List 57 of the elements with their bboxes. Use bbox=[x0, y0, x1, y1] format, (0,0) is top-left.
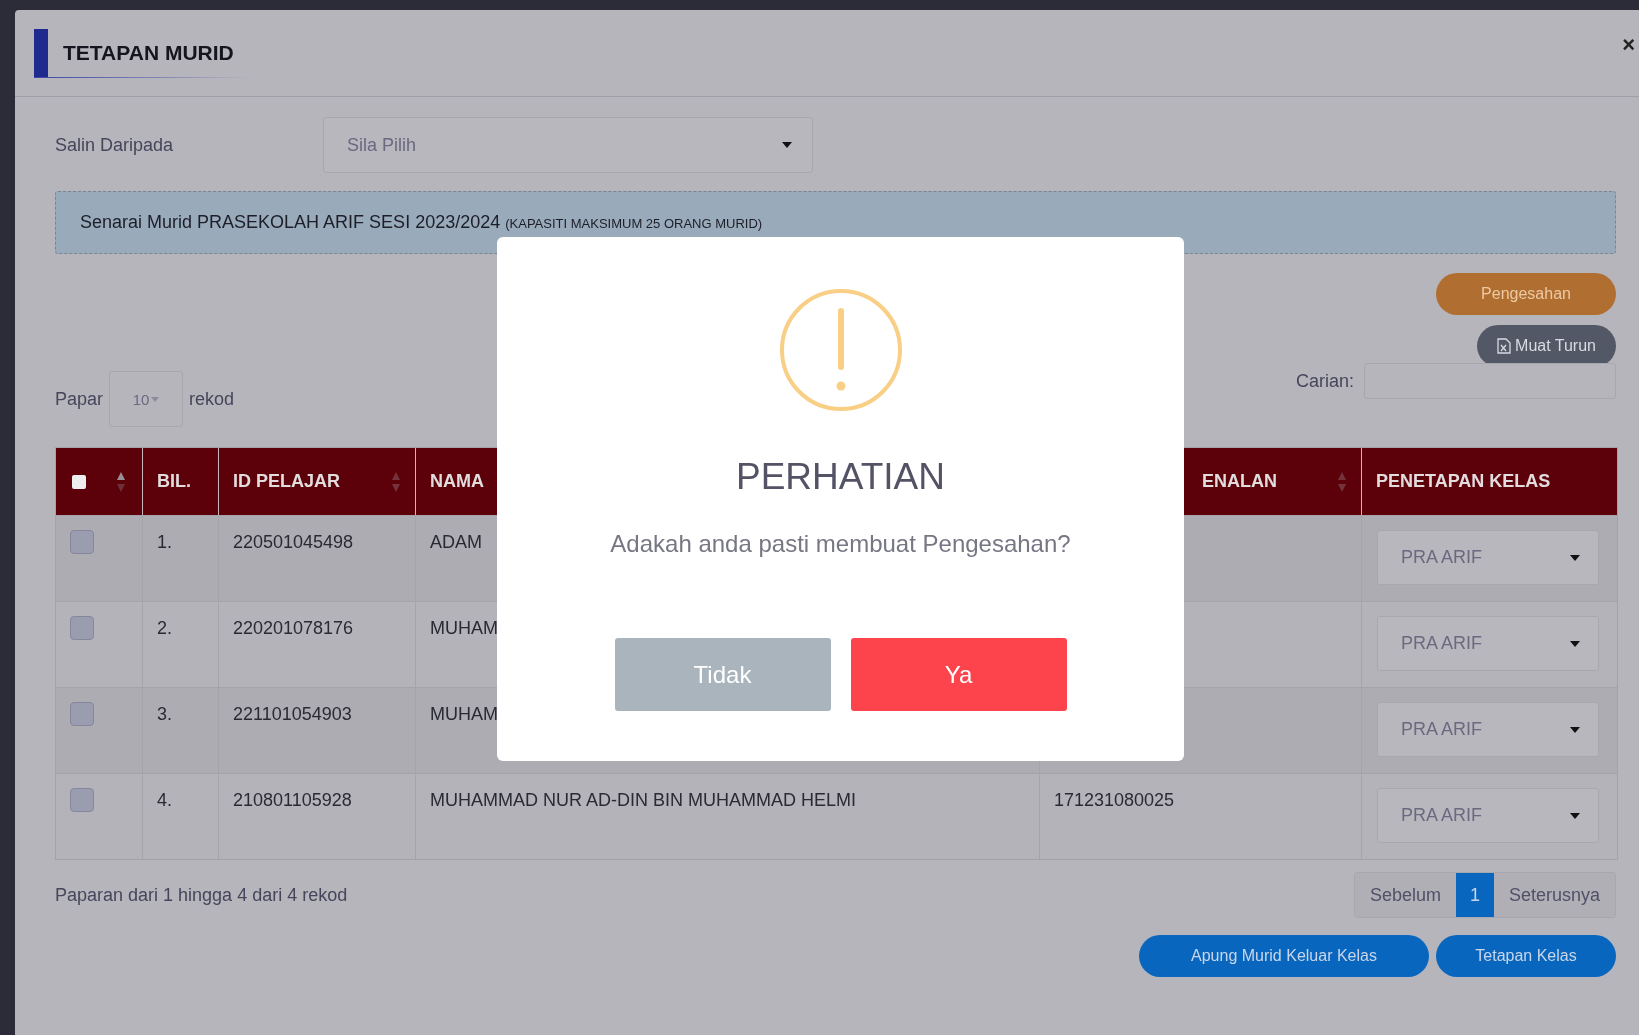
dialog-message: Adakah anda pasti membuat Pengesahan? bbox=[610, 530, 1071, 558]
table-cell: 221101054903 bbox=[233, 704, 352, 724]
file-icon bbox=[1497, 338, 1512, 354]
sort-icon[interactable] bbox=[116, 470, 126, 493]
cancel-button[interactable]: Tidak bbox=[614, 638, 831, 711]
show-label: Papar bbox=[55, 388, 104, 410]
copy-from-label: Salin Daripada bbox=[55, 134, 175, 156]
caret-icon bbox=[782, 142, 792, 148]
class-action-button[interactable]: Apung Murid Keluar Kelas bbox=[1139, 935, 1429, 977]
class-action-button[interactable]: Tetapan Kelas bbox=[1436, 935, 1616, 977]
confirm-button[interactable]: Ya bbox=[850, 638, 1067, 711]
table-cell: MUHAM bbox=[430, 618, 498, 638]
title-accent-bar bbox=[34, 29, 48, 77]
column-header: ID PELAJAR bbox=[233, 471, 340, 492]
records-label: rekod bbox=[189, 388, 235, 410]
table-cell: MUHAMMAD NUR AD-DIN BIN MUHAMMAD HELMI bbox=[430, 790, 856, 810]
search-label: Carian: bbox=[1295, 370, 1354, 392]
column-header: NAMA bbox=[430, 471, 484, 492]
search-field[interactable] bbox=[1364, 363, 1616, 399]
table-cell: ADAM bbox=[430, 532, 482, 552]
table-cell: MUHAM bbox=[430, 704, 498, 724]
table-cell: 4. bbox=[157, 790, 172, 810]
warning-icon bbox=[778, 288, 903, 412]
column-header: PENETAPAN KELAS bbox=[1376, 471, 1551, 492]
pagination-button[interactable]: 1 bbox=[1455, 873, 1494, 917]
pagination-button[interactable]: Seterusnya bbox=[1493, 873, 1615, 917]
table-cell: 1. bbox=[157, 532, 172, 552]
close-button[interactable]: × bbox=[1618, 32, 1639, 58]
row-checkbox[interactable] bbox=[70, 788, 94, 812]
dialog-title: PERHATIAN bbox=[736, 456, 945, 498]
banner-text: Senarai Murid PRASEKOLAH ARIF SESI 2023/2024 (KAPASITI MAKSIMUM 25 ORANG MURID) bbox=[80, 212, 763, 233]
row-checkbox[interactable] bbox=[70, 702, 94, 726]
copy-from-dropdown[interactable]: Sila Pilih bbox=[323, 117, 813, 173]
table-cell: 2. bbox=[157, 618, 172, 638]
table-cell: 210801105928 bbox=[233, 790, 352, 810]
table-cell: 220201078176 bbox=[233, 618, 354, 638]
records-info: Paparan dari 1 hingga 4 dari 4 rekod bbox=[55, 884, 348, 906]
class-dropdown[interactable]: PRA ARIF bbox=[1377, 530, 1599, 585]
table-cell: 220501045498 bbox=[233, 532, 354, 552]
select-all-checkbox[interactable] bbox=[72, 474, 86, 489]
table-cell: 3. bbox=[157, 704, 172, 724]
table-cell: 171231080025 bbox=[1054, 790, 1175, 810]
column-header: ENALAN bbox=[1202, 471, 1277, 492]
caret-icon bbox=[1570, 726, 1580, 733]
page-length-dropdown[interactable]: 10 bbox=[109, 371, 184, 427]
caret-icon bbox=[1570, 812, 1580, 819]
caret-icon bbox=[1570, 640, 1580, 647]
row-checkbox[interactable] bbox=[70, 616, 94, 640]
confirm-button[interactable]: Pengesahan bbox=[1436, 273, 1616, 315]
class-dropdown[interactable]: PRA ARIF bbox=[1377, 702, 1599, 757]
pagination-button[interactable]: Sebelum bbox=[1354, 873, 1456, 917]
caret-icon bbox=[1570, 554, 1580, 561]
modal-title: TETAPAN MURID bbox=[63, 41, 234, 65]
column-header: BIL. bbox=[157, 471, 191, 492]
row-checkbox[interactable] bbox=[70, 530, 94, 554]
class-dropdown[interactable]: PRA ARIF bbox=[1377, 616, 1599, 671]
class-dropdown[interactable]: PRA ARIF bbox=[1377, 788, 1599, 843]
